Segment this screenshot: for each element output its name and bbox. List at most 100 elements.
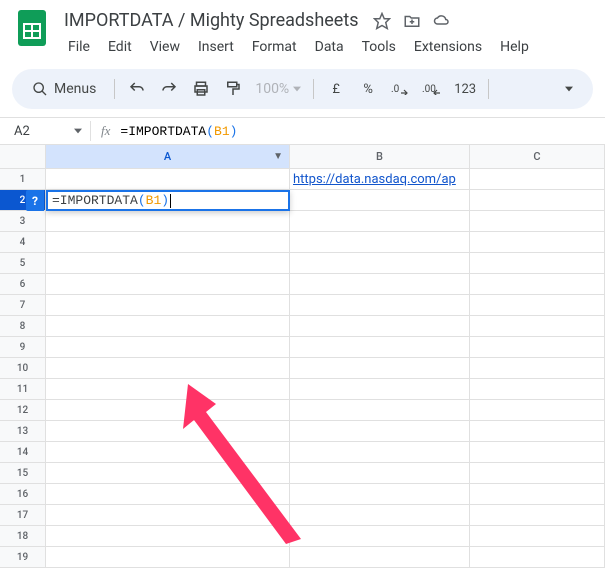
- column-header-b[interactable]: B: [290, 145, 470, 169]
- cell-c18[interactable]: [470, 526, 605, 547]
- cell-a13[interactable]: [46, 421, 290, 442]
- menu-help[interactable]: Help: [492, 35, 537, 59]
- cell-a18[interactable]: [46, 526, 290, 547]
- row-header-7[interactable]: 7: [0, 295, 46, 316]
- decrease-decimal-button[interactable]: .0: [386, 75, 414, 103]
- cell-a14[interactable]: [46, 442, 290, 463]
- cell-c19[interactable]: [470, 547, 605, 568]
- row-header-11[interactable]: 11: [0, 379, 46, 400]
- cell-a4[interactable]: [46, 232, 290, 253]
- cell-c10[interactable]: [470, 358, 605, 379]
- document-title[interactable]: IMPORTDATA / Mighty Spreadsheets: [60, 8, 363, 33]
- cell-b16[interactable]: [290, 484, 470, 505]
- row-header-15[interactable]: 15: [0, 463, 46, 484]
- row-header-19[interactable]: 19: [0, 547, 46, 568]
- row-header-6[interactable]: 6: [0, 274, 46, 295]
- name-box[interactable]: A2: [0, 124, 90, 139]
- cell-b7[interactable]: [290, 295, 470, 316]
- menu-extensions[interactable]: Extensions: [406, 35, 490, 59]
- row-header-12[interactable]: 12: [0, 400, 46, 421]
- menu-format[interactable]: Format: [244, 35, 305, 59]
- cell-a15[interactable]: [46, 463, 290, 484]
- cell-c11[interactable]: [470, 379, 605, 400]
- column-header-a[interactable]: A ▼: [46, 145, 290, 169]
- cell-c14[interactable]: [470, 442, 605, 463]
- row-header-3[interactable]: 3: [0, 211, 46, 232]
- cell-a1[interactable]: [46, 169, 290, 190]
- cell-c4[interactable]: [470, 232, 605, 253]
- row-header-4[interactable]: 4: [0, 232, 46, 253]
- cell-b10[interactable]: [290, 358, 470, 379]
- print-button[interactable]: [187, 75, 215, 103]
- cell-c2[interactable]: [470, 190, 605, 211]
- increase-decimal-button[interactable]: .00: [418, 75, 446, 103]
- menu-edit[interactable]: Edit: [100, 35, 140, 59]
- menu-file[interactable]: File: [60, 35, 98, 59]
- cell-c8[interactable]: [470, 316, 605, 337]
- cell-a6[interactable]: [46, 274, 290, 295]
- cell-b13[interactable]: [290, 421, 470, 442]
- cell-c13[interactable]: [470, 421, 605, 442]
- menu-data[interactable]: Data: [307, 35, 352, 59]
- cell-c3[interactable]: [470, 211, 605, 232]
- cell-b17[interactable]: [290, 505, 470, 526]
- cell-c1[interactable]: [470, 169, 605, 190]
- redo-button[interactable]: [155, 75, 183, 103]
- row-header-18[interactable]: 18: [0, 526, 46, 547]
- menu-tools[interactable]: Tools: [354, 35, 404, 59]
- column-header-c[interactable]: C: [470, 145, 605, 169]
- cell-b14[interactable]: [290, 442, 470, 463]
- row-header-14[interactable]: 14: [0, 442, 46, 463]
- cell-b12[interactable]: [290, 400, 470, 421]
- cell-a17[interactable]: [46, 505, 290, 526]
- select-all-corner[interactable]: [0, 145, 46, 169]
- cell-a12[interactable]: [46, 400, 290, 421]
- cell-a9[interactable]: [46, 337, 290, 358]
- star-icon[interactable]: [373, 12, 391, 30]
- cell-a5[interactable]: [46, 253, 290, 274]
- cell-b15[interactable]: [290, 463, 470, 484]
- cell-b9[interactable]: [290, 337, 470, 358]
- cell-c5[interactable]: [470, 253, 605, 274]
- menus-search-button[interactable]: Menus: [22, 75, 106, 103]
- row-header-8[interactable]: 8: [0, 316, 46, 337]
- currency-button[interactable]: £: [322, 75, 350, 103]
- cell-b19[interactable]: [290, 547, 470, 568]
- row-header-17[interactable]: 17: [0, 505, 46, 526]
- cell-b6[interactable]: [290, 274, 470, 295]
- cell-c15[interactable]: [470, 463, 605, 484]
- row-header-10[interactable]: 10: [0, 358, 46, 379]
- cell-a16[interactable]: [46, 484, 290, 505]
- cell-b18[interactable]: [290, 526, 470, 547]
- cell-c9[interactable]: [470, 337, 605, 358]
- cell-b1[interactable]: https://data.nasdaq.com/ap: [290, 169, 470, 190]
- cell-c7[interactable]: [470, 295, 605, 316]
- undo-button[interactable]: [123, 75, 151, 103]
- cell-b2[interactable]: [290, 190, 470, 211]
- menu-insert[interactable]: Insert: [190, 35, 242, 59]
- cell-a10[interactable]: [46, 358, 290, 379]
- chevron-down-icon[interactable]: ▼: [273, 151, 283, 162]
- cell-a3[interactable]: [46, 211, 290, 232]
- row-header-13[interactable]: 13: [0, 421, 46, 442]
- cell-a8[interactable]: [46, 316, 290, 337]
- cell-b11[interactable]: [290, 379, 470, 400]
- menu-view[interactable]: View: [142, 35, 188, 59]
- cell-b3[interactable]: [290, 211, 470, 232]
- cell-a11[interactable]: [46, 379, 290, 400]
- cell-b8[interactable]: [290, 316, 470, 337]
- row-header-1[interactable]: 1: [0, 169, 46, 190]
- cell-a7[interactable]: [46, 295, 290, 316]
- row-header-5[interactable]: 5: [0, 253, 46, 274]
- formula-hint-box[interactable]: ?: [26, 190, 44, 211]
- formula-input[interactable]: =IMPORTDATA(B1): [120, 124, 237, 139]
- cell-a19[interactable]: [46, 547, 290, 568]
- cell-c16[interactable]: [470, 484, 605, 505]
- cell-c17[interactable]: [470, 505, 605, 526]
- zoom-dropdown[interactable]: 100%: [251, 81, 305, 97]
- paint-format-button[interactable]: [219, 75, 247, 103]
- format-123-button[interactable]: 123: [450, 75, 480, 103]
- sheets-logo[interactable]: [12, 8, 52, 48]
- row-header-9[interactable]: 9: [0, 337, 46, 358]
- move-folder-icon[interactable]: [403, 12, 421, 30]
